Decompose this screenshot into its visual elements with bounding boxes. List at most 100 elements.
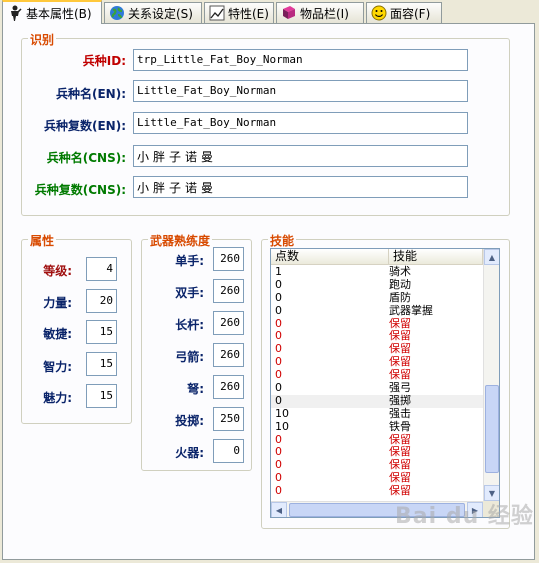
points-column-header[interactable]: 点数 [271,249,389,265]
skills-legend: 技能 [268,232,297,249]
crossbow-label: 弩: [187,382,204,396]
skill-column-header[interactable]: 技能 [389,249,483,265]
watermark: Bai du 经验 [395,504,534,529]
plural-cns-label: 兵种复数(CNS): [34,183,126,197]
book-icon [281,5,297,21]
table-row[interactable]: 1 骑术 [271,265,483,279]
level-field[interactable]: 4 [86,257,117,281]
scroll-up-icon[interactable]: ▲ [484,249,499,265]
plural-en-field[interactable]: Little_Fat_Boy_Norman [133,112,468,134]
skill-name-cell: 跑动 [389,277,411,291]
tab-face[interactable]: 面容(F) [366,2,442,23]
name-cns-label: 兵种名(CNS): [46,151,126,165]
table-row[interactable]: 0 盾防 [271,290,483,305]
level-label: 等级: [43,264,72,278]
skill-points-cell: 0 [275,445,282,459]
archery-field[interactable]: 260 [213,343,244,367]
globe-icon [109,5,125,21]
skill-points-cell: 0 [275,342,282,356]
troop-id-label: 兵种ID: [82,54,126,68]
table-row[interactable]: 0 保留 [271,355,483,369]
skill-name-cell: 铁骨 [389,419,411,433]
skill-points-cell: 0 [275,329,282,343]
vertical-scroll-thumb[interactable] [485,385,499,473]
name-en-label: 兵种名(EN): [55,87,126,101]
table-row[interactable]: 0 保留 [271,316,483,331]
table-row[interactable]: 0 保留 [271,458,483,472]
person-icon [7,5,23,21]
skill-name-cell: 强弓 [389,381,411,395]
table-row[interactable]: 0 保留 [271,368,483,382]
table-row[interactable]: 0 强弓 [271,381,483,395]
one-handed-field[interactable]: 260 [213,247,244,271]
weapons-legend: 武器熟练度 [148,232,213,249]
intelligence-label: 智力: [43,360,72,374]
tab-traits[interactable]: 特性(E) [204,2,274,23]
crossbow-field[interactable]: 260 [213,375,244,399]
skill-points-cell: 0 [275,381,282,395]
skill-points-cell: 0 [275,277,282,291]
table-row[interactable]: 0 保留 [271,484,483,498]
skill-points-cell: 1 [275,265,282,278]
skill-points-cell: 0 [275,355,282,369]
plural-cns-field[interactable]: 小胖子诺曼 [133,176,468,198]
identify-legend: 识别 [28,31,57,48]
skills-list-header: 点数 技能 [271,249,483,265]
throwing-field[interactable]: 250 [213,407,244,431]
skill-name-cell: 武器掌握 [389,303,433,317]
table-row[interactable]: 10 铁骨 [271,419,483,434]
table-row[interactable]: 0 保留 [271,342,483,356]
skill-points-cell: 0 [275,368,282,382]
firearm-field[interactable]: 0 [213,439,244,463]
agility-label: 敏捷: [43,327,72,341]
skill-points-cell: 10 [275,406,289,420]
table-row[interactable]: 0 保留 [271,446,483,459]
smiley-icon [371,5,387,21]
skill-points-cell: 0 [275,316,282,330]
skill-name-cell: 强掷 [389,393,411,407]
tab-relations[interactable]: 关系设定(S) [104,2,202,23]
table-row[interactable]: 0 保留 [271,471,483,485]
two-handed-field[interactable]: 260 [213,279,244,303]
one-handed-label: 单手: [175,254,204,268]
polearm-field[interactable]: 260 [213,311,244,335]
skill-name-cell: 骑术 [389,265,411,278]
plural-en-label: 兵种复数(EN): [43,119,126,133]
skills-list[interactable]: 点数 技能 1 骑术 0 跑动 0 盾防 0 武器掌握 0 保留 0 保留 0 保留 0 保留 0 保留 0 强弓 0 强… [270,248,500,518]
skill-name-cell: 盾防 [389,290,411,304]
name-cns-field[interactable]: 小胖子诺曼 [133,145,468,167]
vertical-scrollbar[interactable]: ▲ ▼ [483,249,499,501]
skill-name-cell: 强击 [389,406,411,420]
table-row[interactable]: 0 跑动 [271,277,483,292]
tab-inventory[interactable]: 物品栏(I) [276,2,364,23]
throwing-label: 投掷: [175,414,204,428]
strength-field[interactable]: 20 [86,289,117,313]
skill-points-cell: 0 [275,393,282,407]
tab-bar: 基本属性(B) 关系设定(S) 特性(E) 物品栏(I) 面容(F) [0,0,539,24]
strength-label: 力量: [43,296,72,310]
skill-name-cell: 保留 [389,484,411,498]
skill-points-cell: 0 [275,484,282,498]
table-row[interactable]: 0 武器掌握 [271,303,483,318]
skill-points-cell: 0 [275,290,282,304]
intelligence-field[interactable]: 15 [86,352,117,376]
archery-label: 弓箭: [175,350,204,364]
charisma-label: 魅力: [43,391,72,405]
table-row[interactable]: 10 强击 [271,406,483,421]
troop-id-field[interactable]: trp_Little_Fat_Boy_Norman [133,49,468,71]
name-en-field[interactable]: Little_Fat_Boy_Norman [133,80,468,102]
table-row[interactable]: 0 保留 [271,330,483,343]
skill-points-cell: 0 [275,471,282,485]
attributes-legend: 属性 [28,232,57,249]
skills-rows: 1 骑术 0 跑动 0 盾防 0 武器掌握 0 保留 0 保留 0 保留 0 保留 0 保留 0 强弓 0 强掷 10 强击 1… [271,265,483,498]
tab-basic-attributes[interactable]: 基本属性(B) [2,0,102,24]
chart-icon [209,5,225,21]
skill-points-cell: 0 [275,303,282,317]
table-row[interactable]: 0 保留 [271,433,483,447]
agility-field[interactable]: 15 [86,320,117,344]
scroll-left-icon[interactable]: ◀ [271,502,287,517]
charisma-field[interactable]: 15 [86,384,117,408]
polearm-label: 长杆: [175,318,204,332]
skill-points-cell: 10 [275,419,289,433]
table-row[interactable]: 0 强掷 [271,393,483,408]
